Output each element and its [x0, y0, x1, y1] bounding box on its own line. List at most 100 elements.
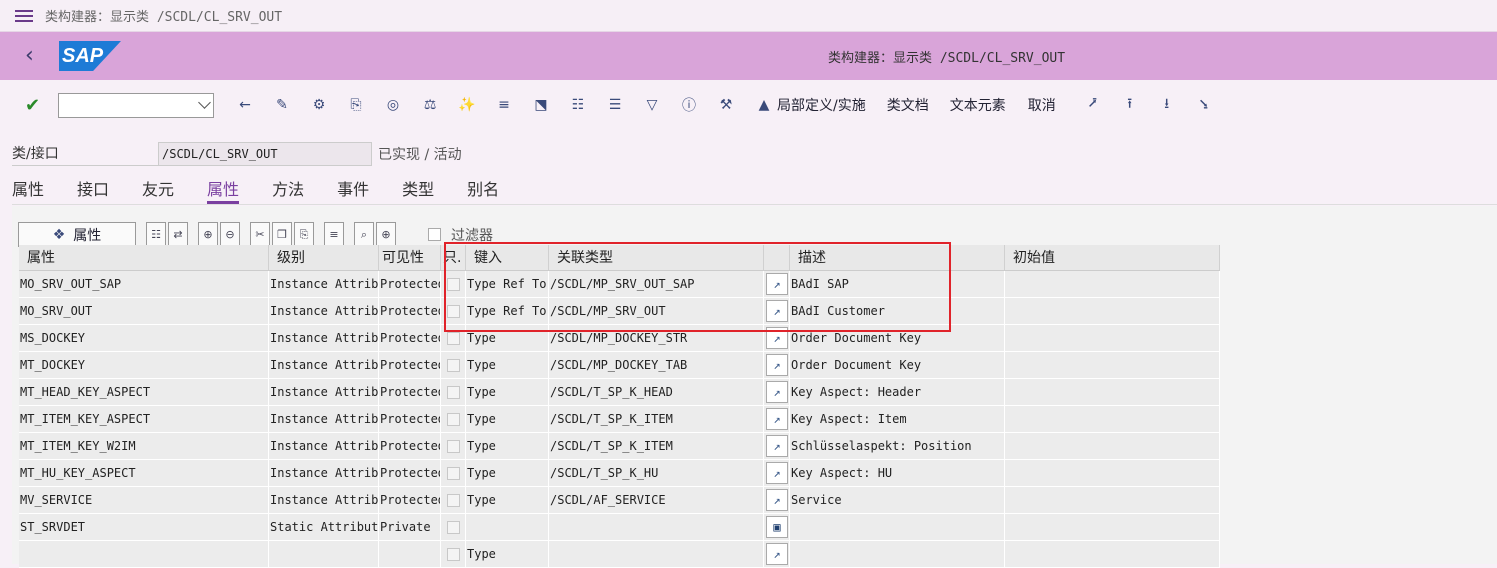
attribute-button[interactable]: ❖ 属性 — [18, 222, 136, 247]
nav-cell[interactable]: ↗ — [764, 352, 790, 378]
nav-cell[interactable]: ↗ — [764, 379, 790, 405]
visibility-cell[interactable]: Protected — [379, 433, 441, 459]
column-header-level[interactable]: 级别 — [269, 245, 379, 270]
description-cell[interactable] — [790, 514, 1005, 540]
back-arrow-icon[interactable]: ← — [236, 96, 254, 114]
local-definitions-button[interactable]: 局部定义/实施 — [777, 95, 866, 115]
readonly-cell[interactable] — [441, 433, 466, 459]
attribute-name-cell[interactable]: MT_ITEM_KEY_ASPECT — [19, 406, 269, 432]
nav-cell[interactable]: ↗ — [764, 298, 790, 324]
level-cell[interactable]: Instance Attribute — [269, 406, 379, 432]
navigation-icon[interactable]: ⬔ — [532, 96, 550, 114]
find-next-icon[interactable]: ⊕ — [376, 222, 396, 247]
initial-value-cell[interactable] — [1005, 487, 1220, 513]
attribute-name-cell[interactable]: MV_SERVICE — [19, 487, 269, 513]
delete-row-icon[interactable]: ⊖ — [220, 222, 240, 247]
import-icon[interactable]: ⭸ — [1195, 96, 1213, 114]
initial-value-cell[interactable] — [1005, 406, 1220, 432]
associated-type-cell[interactable]: /SCDL/MP_DOCKEY_TAB — [549, 352, 764, 378]
typing-cell[interactable]: Type — [466, 433, 549, 459]
readonly-cell[interactable] — [441, 325, 466, 351]
visibility-cell[interactable] — [379, 541, 441, 567]
visibility-cell[interactable]: Protected — [379, 325, 441, 351]
cancel-button[interactable]: 取消 — [1028, 95, 1056, 115]
tab-aliases[interactable]: 别名 — [467, 176, 499, 204]
table-row[interactable]: MV_SERVICEInstance AttributeProtected Typ… — [19, 487, 1220, 514]
description-cell[interactable]: BAdI Customer — [790, 298, 1005, 324]
class-documentation-button[interactable]: 类文档 — [887, 95, 929, 115]
level-cell[interactable] — [269, 541, 379, 567]
description-cell[interactable]: Key Aspect: Header — [790, 379, 1005, 405]
level-cell[interactable]: Instance Attribute — [269, 433, 379, 459]
filter-icon[interactable]: ▽ — [643, 96, 661, 114]
tab-methods[interactable]: 方法 — [272, 176, 304, 204]
command-field[interactable] — [58, 92, 214, 118]
tab-attributes[interactable]: 属性 — [207, 176, 240, 204]
cut-icon[interactable]: ✂ — [250, 222, 270, 247]
initial-value-cell[interactable] — [1005, 325, 1220, 351]
visibility-cell[interactable]: Protected — [379, 352, 441, 378]
level-cell[interactable]: Instance Attribute — [269, 487, 379, 513]
description-cell[interactable]: BAdI SAP — [790, 271, 1005, 297]
description-cell[interactable]: Service — [790, 487, 1005, 513]
initial-value-cell[interactable] — [1005, 541, 1220, 567]
table-row[interactable]: MT_ITEM_KEY_ASPECTInstance AttributeProt… — [19, 406, 1220, 433]
readonly-checkbox[interactable] — [447, 277, 460, 291]
attribute-name-cell[interactable] — [19, 541, 269, 567]
associated-type-cell[interactable] — [549, 514, 764, 540]
attribute-name-cell[interactable]: MS_DOCKEY — [19, 325, 269, 351]
hierarchy-icon[interactable]: ☷ — [569, 96, 587, 114]
initial-value-cell[interactable] — [1005, 460, 1220, 486]
navigate-type-icon[interactable]: ↗ — [766, 327, 788, 349]
description-cell[interactable]: Key Aspect: Item — [790, 406, 1005, 432]
readonly-checkbox[interactable] — [447, 358, 460, 372]
description-cell[interactable] — [790, 541, 1005, 567]
find-icon[interactable]: ⌕ — [354, 222, 374, 247]
initial-value-cell[interactable] — [1005, 379, 1220, 405]
attribute-name-cell[interactable]: ST_SRVDET — [19, 514, 269, 540]
readonly-cell[interactable] — [441, 460, 466, 486]
check-syntax-icon[interactable]: ◎ — [384, 96, 402, 114]
column-header-attribute[interactable]: 属性 — [19, 245, 269, 270]
readonly-checkbox[interactable] — [447, 493, 460, 507]
navigate-type-icon[interactable]: ↗ — [766, 300, 788, 322]
associated-type-cell[interactable]: /SCDL/MP_DOCKEY_STR — [549, 325, 764, 351]
nav-cell[interactable]: ↗ — [764, 433, 790, 459]
detail-icon[interactable]: ☷ — [146, 222, 166, 247]
sort-icon[interactable]: ≡ — [324, 222, 344, 247]
stack-icon[interactable]: ☰ — [606, 96, 624, 114]
initial-value-cell[interactable] — [1005, 514, 1220, 540]
level-cell[interactable]: Instance Attribute — [269, 460, 379, 486]
other-object-icon[interactable]: ⚙ — [310, 96, 328, 114]
table-row[interactable]: MT_HU_KEY_ASPECTInstance AttributeProtec… — [19, 460, 1220, 487]
navigate-type-icon[interactable]: ↗ — [766, 543, 788, 565]
typing-cell[interactable]: Type — [466, 379, 549, 405]
level-cell[interactable]: Instance Attribute — [269, 325, 379, 351]
associated-type-cell[interactable]: /SCDL/AF_SERVICE — [549, 487, 764, 513]
visibility-cell[interactable]: Protected — [379, 406, 441, 432]
text-elements-button[interactable]: 文本元素 — [950, 95, 1006, 115]
associated-type-cell[interactable]: /SCDL/MP_SRV_OUT — [549, 298, 764, 324]
visibility-cell[interactable]: Protected — [379, 460, 441, 486]
table-row[interactable]: MT_HEAD_KEY_ASPECTInstance AttributeProt… — [19, 379, 1220, 406]
associated-type-cell[interactable] — [549, 541, 764, 567]
navigate-type-icon[interactable]: ↗ — [766, 273, 788, 295]
readonly-checkbox[interactable] — [447, 304, 460, 318]
navigate-type-icon[interactable]: ↗ — [766, 489, 788, 511]
description-cell[interactable]: Schlüsselaspekt: Position — [790, 433, 1005, 459]
paste-icon[interactable]: ⎘ — [294, 222, 314, 247]
edit-toggle-icon[interactable]: ✎ — [273, 96, 291, 114]
navigate-type-icon[interactable]: ↗ — [766, 408, 788, 430]
readonly-cell[interactable] — [441, 379, 466, 405]
column-header-initial-value[interactable]: 初始值 — [1005, 245, 1220, 270]
insert-row-icon[interactable]: ⊕ — [198, 222, 218, 247]
associated-type-cell[interactable]: /SCDL/T_SP_K_HU — [549, 460, 764, 486]
readonly-checkbox[interactable] — [447, 385, 460, 399]
navigate-type-icon[interactable]: ↗ — [766, 435, 788, 457]
readonly-cell[interactable] — [441, 298, 466, 324]
associated-type-cell[interactable]: /SCDL/T_SP_K_ITEM — [549, 406, 764, 432]
table-row[interactable]: MO_SRV_OUT_SAPInstance AttributeProtecte… — [19, 271, 1220, 298]
visibility-cell[interactable]: Protected — [379, 379, 441, 405]
typing-cell[interactable]: Type — [466, 460, 549, 486]
typing-cell[interactable]: Type — [466, 487, 549, 513]
